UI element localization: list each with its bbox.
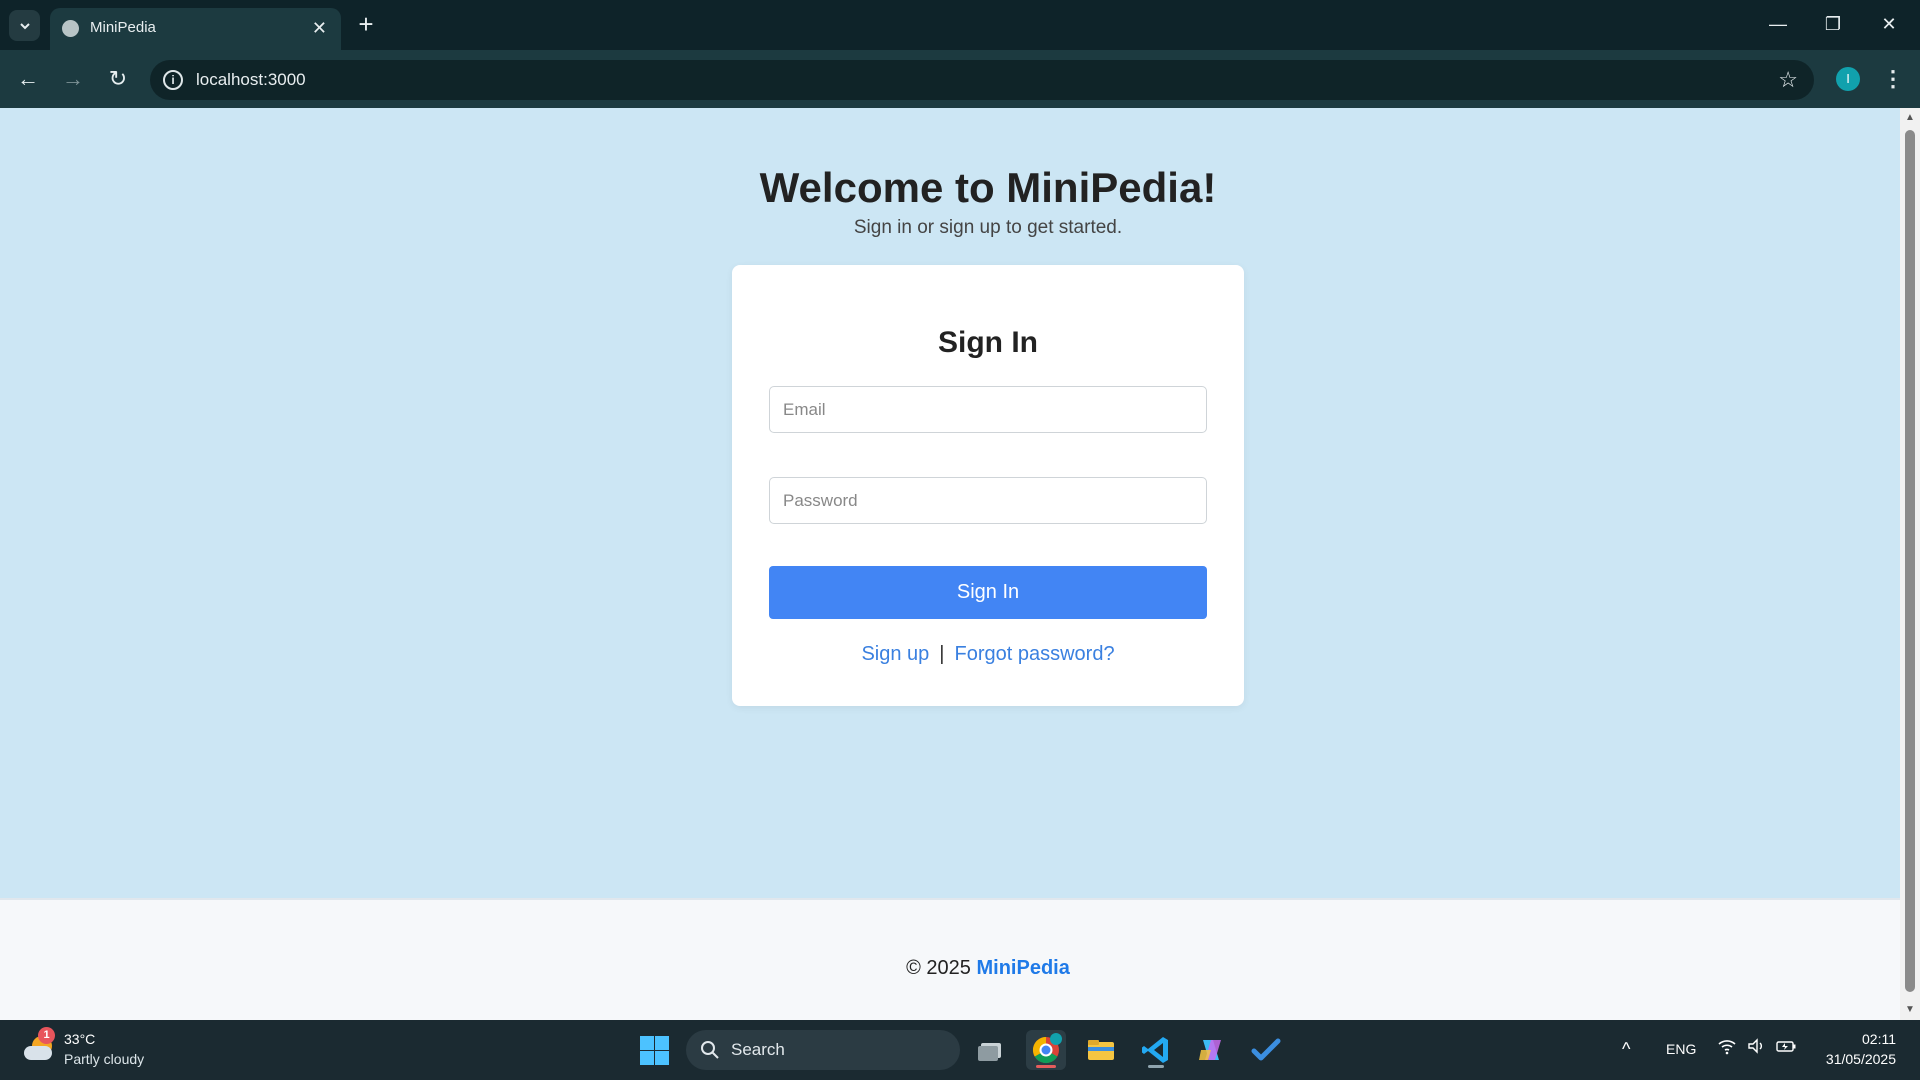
- new-tab-button[interactable]: +: [353, 10, 379, 40]
- tab-search-button[interactable]: [9, 10, 40, 41]
- minimize-button[interactable]: —: [1755, 8, 1801, 40]
- volume-icon[interactable]: [1745, 1036, 1767, 1060]
- scroll-up-icon[interactable]: ▲: [1904, 112, 1916, 124]
- reload-button[interactable]: ↻: [102, 63, 134, 95]
- copilot-icon: [1199, 1040, 1221, 1060]
- footer-brand-link[interactable]: MiniPedia: [977, 957, 1070, 979]
- page-main: Welcome to MiniPedia! Sign in or sign up…: [0, 108, 1900, 898]
- email-field[interactable]: [769, 386, 1207, 433]
- vscode-icon: [1142, 1037, 1168, 1063]
- forward-button[interactable]: →: [57, 63, 89, 95]
- task-view-icon: [978, 1043, 1001, 1061]
- todo-button[interactable]: [1246, 1030, 1286, 1070]
- scroll-down-icon[interactable]: ▼: [1904, 1004, 1916, 1016]
- signin-button[interactable]: Sign In: [769, 566, 1207, 619]
- footer-copyright: © 2025: [906, 957, 971, 979]
- start-button[interactable]: [640, 1036, 669, 1065]
- active-app-indicator: [1036, 1065, 1056, 1068]
- password-field[interactable]: [769, 477, 1207, 524]
- page-viewport: Welcome to MiniPedia! Sign in or sign up…: [0, 108, 1920, 1020]
- close-tab-icon[interactable]: ✕: [312, 18, 327, 38]
- site-info-icon[interactable]: i: [163, 70, 183, 90]
- chrome-taskbar-button[interactable]: [1026, 1030, 1066, 1070]
- address-bar[interactable]: i localhost:3000 ☆: [150, 60, 1814, 100]
- task-view-button[interactable]: [970, 1030, 1010, 1070]
- back-button[interactable]: ←: [12, 63, 44, 95]
- wifi-icon[interactable]: [1716, 1036, 1738, 1060]
- signup-link[interactable]: Sign up: [861, 643, 929, 665]
- link-separator: |: [939, 643, 945, 665]
- taskbar-search[interactable]: Search: [686, 1030, 960, 1070]
- page-title: Welcome to MiniPedia!: [759, 164, 1217, 211]
- clock-date[interactable]: 31/05/2025: [1810, 1050, 1896, 1068]
- profile-avatar[interactable]: I: [1836, 67, 1860, 91]
- clock-time[interactable]: 02:11: [1830, 1030, 1896, 1048]
- weather-condition[interactable]: Partly cloudy: [64, 1050, 144, 1068]
- chevron-down-icon: [19, 22, 30, 29]
- auth-links: Sign up | Forgot password?: [732, 641, 1244, 667]
- browser-toolbar: ← → ↻ i localhost:3000 ☆ I ⋮: [0, 50, 1920, 108]
- vscode-button[interactable]: [1136, 1030, 1176, 1070]
- browser-tab-active[interactable]: MiniPedia ✕: [50, 8, 341, 50]
- search-icon: [701, 1041, 719, 1059]
- file-explorer-button[interactable]: [1081, 1030, 1121, 1070]
- forgot-password-link[interactable]: Forgot password?: [954, 643, 1114, 665]
- weather-badge: 1: [38, 1027, 55, 1044]
- footer-text: © 2025 MiniPedia: [0, 955, 1920, 981]
- signin-card-title: Sign In: [938, 326, 1038, 359]
- restore-button[interactable]: ❐: [1810, 8, 1856, 40]
- cloud-icon: [24, 1046, 52, 1060]
- battery-icon[interactable]: [1775, 1036, 1797, 1060]
- scrollbar-thumb[interactable]: [1905, 130, 1915, 992]
- windows-logo-icon: [640, 1036, 654, 1050]
- running-app-indicator: [1148, 1065, 1164, 1068]
- close-window-button[interactable]: ✕: [1866, 8, 1912, 40]
- file-explorer-icon: [1088, 1040, 1114, 1060]
- tab-title: MiniPedia: [90, 19, 156, 36]
- address-url[interactable]: localhost:3000: [196, 70, 306, 90]
- copilot-button[interactable]: [1191, 1030, 1231, 1070]
- chrome-icon: [1032, 1033, 1062, 1064]
- page-footer: © 2025 MiniPedia: [0, 898, 1900, 1020]
- globe-icon: [62, 20, 79, 37]
- language-indicator[interactable]: ENG: [1666, 1040, 1696, 1058]
- taskbar: 1 33°C Partly cloudy Search ^ ENG 02:11 …: [0, 1020, 1920, 1080]
- page-scrollbar[interactable]: ▲ ▼: [1900, 108, 1920, 1020]
- signin-card: Sign In Sign In Sign up | Forgot password?: [732, 265, 1244, 706]
- browser-menu-icon[interactable]: ⋮: [1882, 64, 1904, 94]
- weather-temperature[interactable]: 33°C: [64, 1030, 95, 1048]
- browser-tab-bar: MiniPedia ✕ + — ❐ ✕: [0, 0, 1920, 50]
- tray-overflow-icon[interactable]: ^: [1622, 1038, 1630, 1060]
- todo-icon: [1251, 1038, 1281, 1061]
- bookmark-star-icon[interactable]: ☆: [1778, 66, 1798, 94]
- taskbar-search-label: Search: [731, 1040, 785, 1059]
- page-subtitle: Sign in or sign up to get started.: [853, 217, 1123, 238]
